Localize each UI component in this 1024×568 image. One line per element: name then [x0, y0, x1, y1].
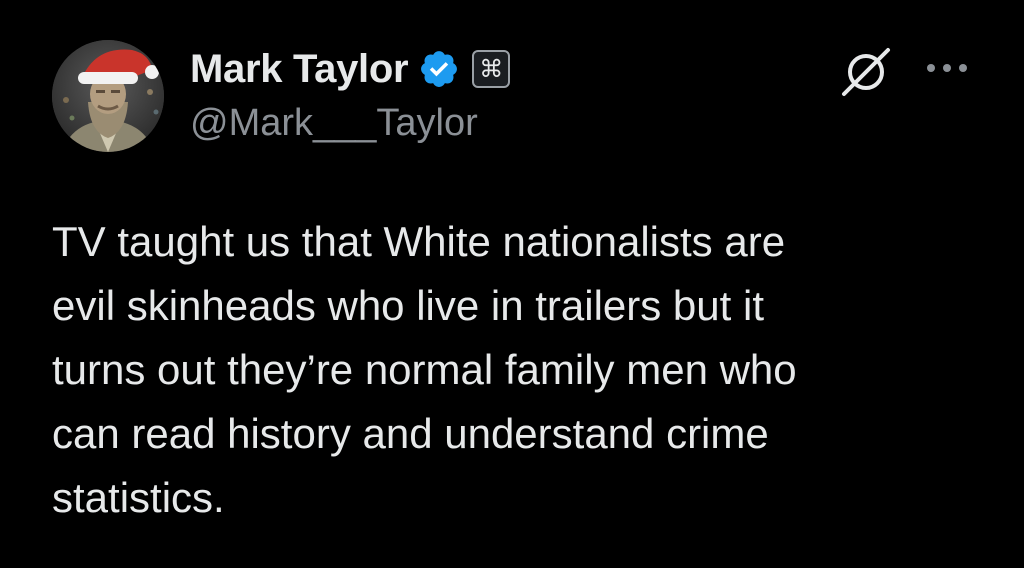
verified-badge-icon[interactable] [418, 48, 460, 90]
author-display-name[interactable]: Mark Taylor [190, 47, 409, 92]
tweet-text: TV taught us that White nationalists are… [52, 218, 797, 521]
more-options-icon[interactable] [922, 56, 972, 80]
author-name-row: Mark Taylor ⌘ [190, 44, 511, 94]
author-handle[interactable]: @Mark___Taylor [190, 102, 478, 145]
grok-icon[interactable] [836, 42, 896, 102]
avatar-image [52, 40, 164, 152]
tweet-card: Mark Taylor ⌘ @Mark___Taylor TV taught u… [0, 0, 1024, 568]
avatar[interactable] [52, 40, 164, 152]
more-icon-svg [927, 64, 967, 72]
affiliate-badge-icon[interactable]: ⌘ [472, 50, 511, 88]
verified-badge-svg [421, 51, 458, 87]
grok-icon-svg [842, 48, 890, 96]
